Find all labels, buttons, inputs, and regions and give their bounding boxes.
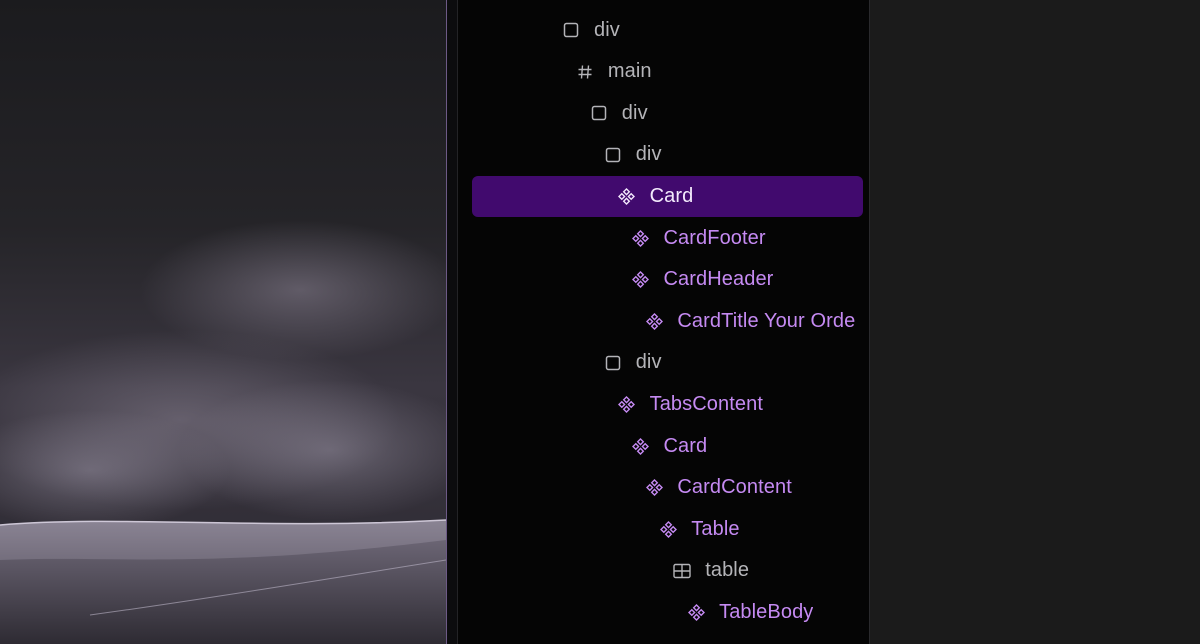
layer-row[interactable]: CardFooter [472, 218, 863, 259]
layer-row[interactable]: Card [472, 426, 863, 467]
layer-row-label: CardTitle Your Orde [677, 309, 856, 332]
layer-row[interactable]: CardTitle Your Orde [472, 301, 863, 342]
layer-row-label: div [594, 18, 620, 41]
inspector-area [870, 0, 1200, 644]
layer-row-label: CardFooter [663, 226, 766, 249]
layer-row[interactable]: table [472, 550, 863, 591]
component-icon [618, 187, 636, 205]
layer-row-label: div [635, 143, 662, 166]
frame-icon [604, 354, 622, 372]
panel-gutter [447, 0, 458, 644]
layer-row-label: div [621, 101, 648, 124]
component-icon [659, 520, 677, 538]
layer-row[interactable]: TabsContent [472, 384, 863, 425]
frame-icon [604, 146, 622, 164]
layer-row-label: TabsContent [649, 392, 763, 415]
component-icon [687, 603, 705, 621]
layer-row[interactable]: main [472, 51, 863, 92]
layer-row-label: Card [649, 184, 694, 207]
layer-row[interactable]: div [472, 10, 863, 51]
desktop: div main div div Card CardFooter CardHeader Car… [0, 0, 1200, 644]
frame-icon [562, 21, 580, 39]
layer-row[interactable]: div [472, 134, 863, 175]
layer-row-label: TableBody [719, 600, 814, 623]
frame-icon [590, 104, 608, 122]
layer-row[interactable]: div [472, 342, 863, 383]
component-icon [645, 479, 663, 497]
layer-row-selected[interactable]: Card [472, 175, 863, 217]
layer-row-label: CardContent [677, 476, 792, 499]
component-icon [645, 312, 663, 330]
layer-row[interactable]: CardHeader [472, 259, 863, 300]
layer-row-label: CardHeader [663, 268, 774, 291]
component-icon [632, 229, 650, 247]
desktop-wallpaper [0, 0, 446, 644]
hash-icon [576, 63, 594, 81]
layer-row[interactable]: TableBody [472, 592, 863, 633]
layer-row[interactable]: Table [472, 509, 863, 550]
component-icon [632, 271, 650, 289]
layer-row-label: main [607, 60, 652, 83]
layer-row-label: table [705, 559, 750, 582]
component-icon [632, 437, 650, 455]
table-icon [673, 562, 691, 580]
layer-row[interactable]: CardContent [472, 467, 863, 508]
layer-row-label: Card [663, 434, 708, 457]
layer-row[interactable]: div [472, 93, 863, 134]
layer-row-label: div [635, 351, 662, 374]
component-icon [618, 395, 636, 413]
layer-row-label: Table [691, 517, 740, 540]
layers-panel: div main div div Card CardFooter CardHeader Car… [458, 0, 869, 644]
